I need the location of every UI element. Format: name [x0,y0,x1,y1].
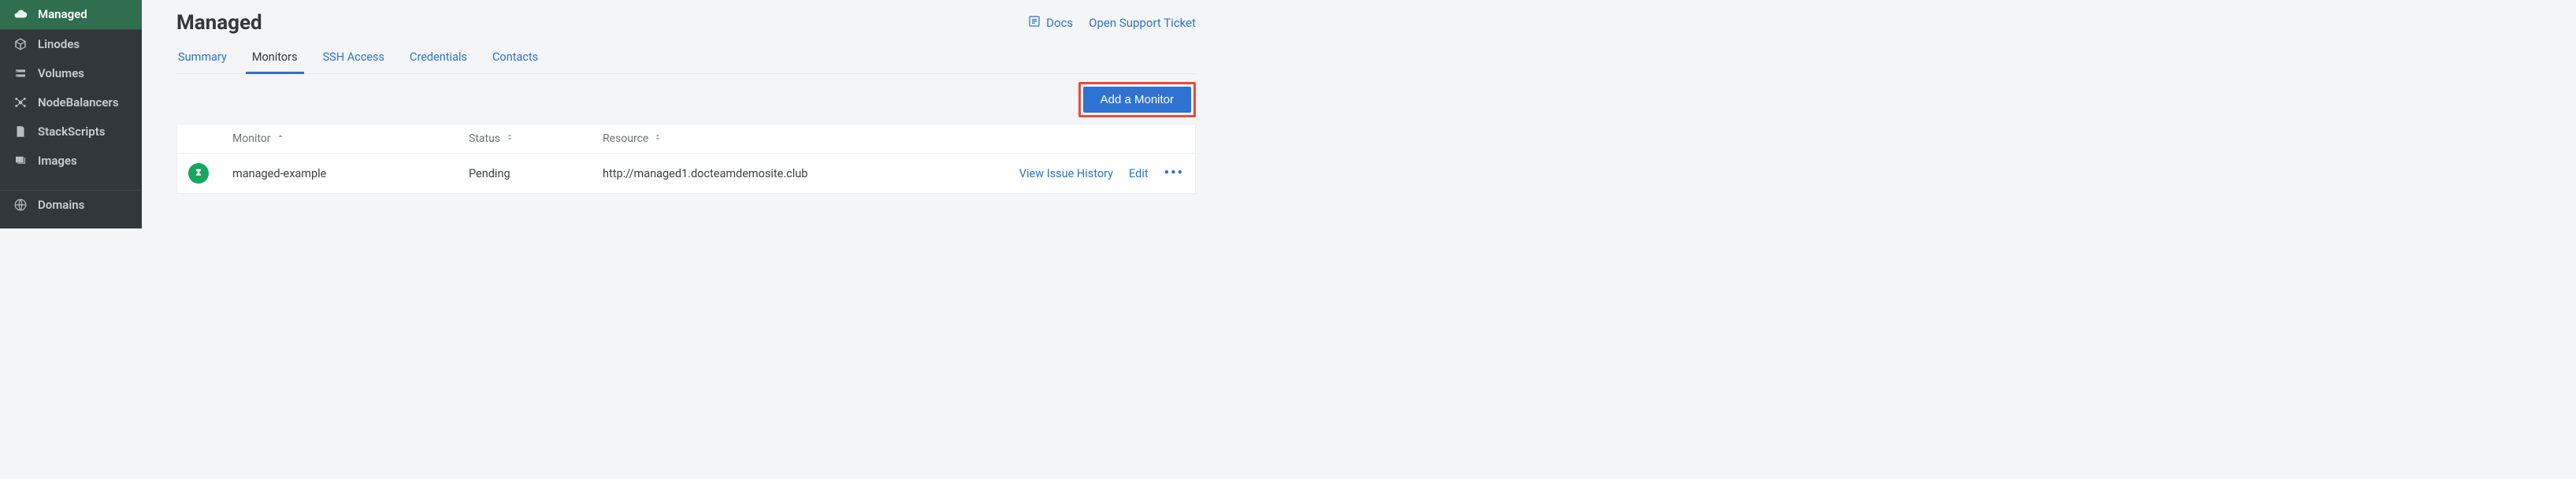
col-resource[interactable]: Resource [603,132,1011,145]
sort-asc-icon [276,132,285,145]
sidebar-spacer [0,176,142,190]
row-monitor-name: managed-example [232,167,469,180]
sidebar-item-managed[interactable]: Managed [0,0,142,29]
tabs: Summary Monitors SSH Access Credentials … [176,43,1196,74]
sidebar-item-nodebalancers[interactable]: NodeBalancers [0,88,142,117]
sort-icon [653,132,663,145]
more-actions-icon[interactable]: ••• [1164,166,1184,180]
tab-credentials[interactable]: Credentials [408,43,469,73]
script-icon [13,124,28,139]
col-status-label: Status [469,132,500,145]
sidebar-item-label: Volumes [38,66,84,80]
sort-icon [505,132,514,145]
col-resource-label: Resource [603,132,648,145]
hourglass-icon [188,163,209,184]
row-actions: View Issue History Edit ••• [1011,166,1184,180]
tab-summary[interactable]: Summary [176,43,228,73]
header-links: Docs Open Support Ticket [1027,14,1196,32]
tab-contacts[interactable]: Contacts [491,43,540,73]
sidebar-item-images[interactable]: Images [0,147,142,176]
col-status[interactable]: Status [469,132,603,145]
add-monitor-highlight: Add a Monitor [1078,82,1196,117]
page-header: Managed Docs Open Support Ticket [176,11,1196,35]
sidebar-item-label: Linodes [38,37,80,51]
sidebar-item-label: Domains [38,198,84,212]
edit-link[interactable]: Edit [1129,167,1149,180]
tab-monitors[interactable]: Monitors [251,43,299,73]
main-content: Managed Docs Open Support Ticket Summary… [142,0,1230,228]
sidebar-item-label: StackScripts [38,124,105,139]
docs-icon [1027,14,1041,32]
docs-label: Docs [1046,16,1073,30]
row-status: Pending [469,167,603,180]
globe-icon [13,197,28,213]
table-row: managed-example Pending http://managed1.… [177,154,1195,193]
drive-icon [13,65,28,81]
monitors-table: Monitor Status Resource [176,124,1196,194]
sidebar-item-volumes[interactable]: Volumes [0,59,142,88]
sidebar-item-domains[interactable]: Domains [0,191,142,220]
cube-icon [13,36,28,52]
sidebar-item-linodes[interactable]: Linodes [0,30,142,59]
col-monitor-label: Monitor [232,132,271,145]
sidebar: Managed Linodes Volumes NodeBalancers [0,0,142,228]
row-status-indicator [188,163,232,184]
view-issue-history-link[interactable]: View Issue History [1019,167,1113,180]
add-monitor-button[interactable]: Add a Monitor [1083,87,1191,113]
page-title: Managed [176,11,262,35]
cloud-icon [13,6,28,22]
table-header-row: Monitor Status Resource [177,124,1195,154]
tab-ssh-access[interactable]: SSH Access [321,43,386,73]
open-support-ticket-link[interactable]: Open Support Ticket [1089,16,1196,30]
sidebar-item-label: NodeBalancers [38,95,119,110]
images-icon [13,153,28,169]
sidebar-item-label: Managed [38,7,87,21]
sidebar-item-label: Images [38,154,77,168]
docs-link[interactable]: Docs [1027,14,1073,32]
col-monitor[interactable]: Monitor [232,132,469,145]
sidebar-item-stackscripts[interactable]: StackScripts [0,117,142,147]
nodebalancer-icon [13,95,28,110]
action-bar: Add a Monitor [176,74,1196,124]
row-resource: http://managed1.docteamdemosite.club [603,167,1011,180]
